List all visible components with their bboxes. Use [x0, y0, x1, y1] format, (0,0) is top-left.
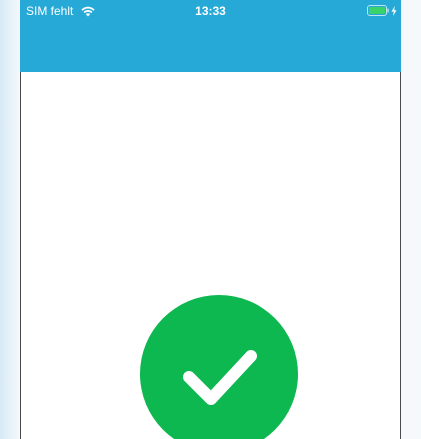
battery-icon	[367, 5, 389, 16]
checkmark-icon	[183, 350, 257, 405]
frame-border-right	[400, 72, 401, 439]
backdrop-left	[0, 0, 20, 439]
app-screen: SIM fehlt 13:33	[0, 0, 421, 439]
status-bar: SIM fehlt 13:33	[20, 0, 401, 22]
main-content	[21, 72, 400, 439]
status-time: 13:33	[195, 4, 226, 18]
battery-indicator	[367, 5, 397, 16]
charging-bolt-icon	[391, 5, 397, 16]
success-indicator	[140, 295, 298, 439]
backdrop-right	[401, 0, 421, 439]
app-header: SIM fehlt 13:33	[20, 0, 401, 72]
